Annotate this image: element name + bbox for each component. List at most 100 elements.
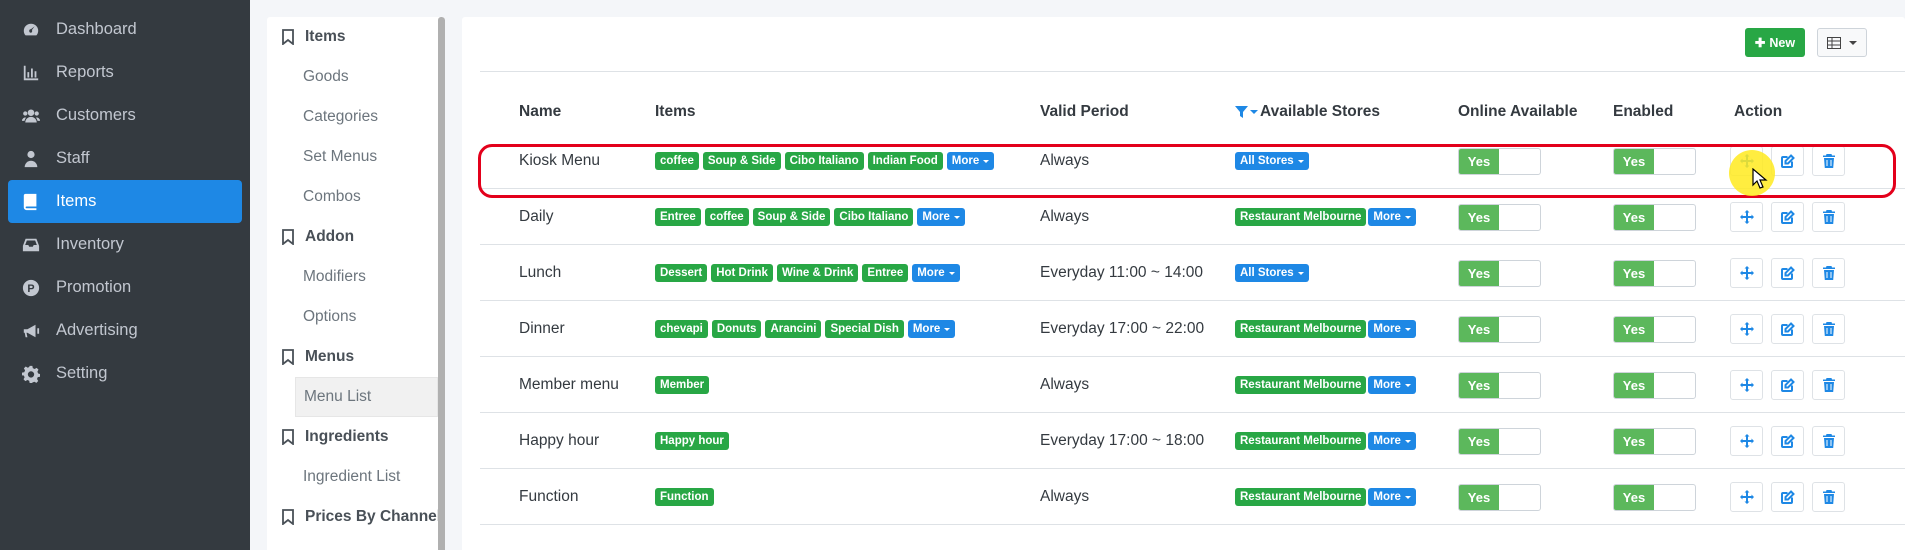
more-stores-dropdown[interactable]: More: [1368, 208, 1416, 226]
subnav-header-prices[interactable]: Prices By Channel: [267, 497, 445, 537]
enabled-toggle[interactable]: Yes: [1613, 427, 1696, 455]
delete-button[interactable]: [1812, 258, 1845, 288]
sidebar-item-reports[interactable]: Reports: [8, 51, 242, 94]
more-items-dropdown[interactable]: More: [917, 208, 965, 226]
subnav-modifiers[interactable]: Modifiers: [267, 257, 445, 297]
edit-button[interactable]: [1771, 370, 1804, 400]
sidebar-item-customers[interactable]: Customers: [8, 94, 242, 137]
table-row[interactable]: Daily Entree coffee Soup & Side Cibo Italian…: [480, 189, 1905, 245]
table-row[interactable]: Lunch Dessert Hot Drink Wine & Drink Entree M…: [480, 245, 1905, 301]
delete-button[interactable]: [1812, 426, 1845, 456]
sidebar-item-promotion[interactable]: P Promotion: [8, 266, 242, 309]
online-available-toggle[interactable]: Yes: [1458, 147, 1541, 175]
enabled-toggle[interactable]: Yes: [1613, 483, 1696, 511]
bookmark-icon: [281, 509, 295, 526]
edit-button[interactable]: [1771, 146, 1804, 176]
online-available-toggle[interactable]: Yes: [1458, 259, 1541, 287]
more-items-dropdown[interactable]: More: [912, 264, 960, 282]
store-badge[interactable]: All Stores: [1235, 264, 1309, 282]
edit-button[interactable]: [1771, 426, 1804, 456]
subnav-set-menus[interactable]: Set Menus: [267, 137, 445, 177]
item-badge: Member: [655, 376, 710, 394]
subnav-menu-list[interactable]: Menu List: [295, 377, 438, 417]
subnav-scrollbar[interactable]: [438, 17, 445, 550]
subnav-goods[interactable]: Goods: [267, 57, 445, 97]
subnav-header-ingredients[interactable]: Ingredients: [267, 417, 445, 457]
col-name[interactable]: Name: [519, 103, 561, 121]
edit-icon: [1780, 434, 1795, 448]
chevron-down-icon[interactable]: [1250, 110, 1258, 114]
delete-button[interactable]: [1812, 482, 1845, 512]
enabled: Yes: [1613, 413, 1696, 469]
toggle-on-label: Yes: [1459, 260, 1499, 286]
store-badge[interactable]: All Stores: [1235, 152, 1309, 170]
sidebar-item-inventory[interactable]: Inventory: [8, 223, 242, 266]
edit-button[interactable]: [1771, 258, 1804, 288]
move-button[interactable]: [1730, 202, 1763, 232]
subnav-header-menus[interactable]: Menus: [267, 337, 445, 377]
subnav-categories[interactable]: Categories: [267, 97, 445, 137]
online-available-toggle[interactable]: Yes: [1458, 427, 1541, 455]
subnav-header-addon[interactable]: Addon: [267, 217, 445, 257]
more-stores-dropdown[interactable]: More: [1368, 320, 1416, 338]
col-items[interactable]: Items: [655, 103, 696, 121]
more-items-dropdown[interactable]: More: [946, 152, 995, 170]
more-stores-dropdown[interactable]: More: [1368, 488, 1416, 506]
enabled-toggle[interactable]: Yes: [1613, 203, 1696, 231]
table-row[interactable]: Happy hour Happy hour Everyday 17:00 ~ 18:…: [480, 413, 1905, 469]
move-button[interactable]: [1730, 314, 1763, 344]
col-available-stores[interactable]: Available Stores: [1235, 103, 1380, 121]
more-stores-dropdown[interactable]: More: [1368, 376, 1416, 394]
edit-button[interactable]: [1771, 482, 1804, 512]
enabled-toggle[interactable]: Yes: [1613, 315, 1696, 343]
col-online[interactable]: Online Available: [1458, 103, 1577, 121]
enabled: Yes: [1613, 245, 1696, 301]
move-button[interactable]: [1730, 426, 1763, 456]
col-valid-period[interactable]: Valid Period: [1040, 103, 1129, 121]
delete-button[interactable]: [1812, 146, 1845, 176]
col-enabled[interactable]: Enabled: [1613, 103, 1673, 121]
online-available-toggle[interactable]: Yes: [1458, 483, 1541, 511]
delete-button[interactable]: [1812, 202, 1845, 232]
new-button[interactable]: ✚ New: [1745, 28, 1805, 57]
subnav-options[interactable]: Options: [267, 297, 445, 337]
users-icon: [20, 106, 42, 126]
table-row[interactable]: Function Function Always Restaurant Melbour…: [480, 469, 1905, 525]
enabled-toggle[interactable]: Yes: [1613, 259, 1696, 287]
enabled-toggle[interactable]: Yes: [1613, 371, 1696, 399]
delete-button[interactable]: [1812, 314, 1845, 344]
delete-button[interactable]: [1812, 370, 1845, 400]
sidebar-item-setting[interactable]: Setting: [8, 352, 242, 395]
subnav-combos[interactable]: Combos: [267, 177, 445, 217]
sidebar-item-dashboard[interactable]: Dashboard: [8, 8, 242, 51]
sidebar-item-items[interactable]: Items: [8, 180, 242, 223]
sidebar-item-advertising[interactable]: Advertising: [8, 309, 242, 352]
online-available-toggle[interactable]: Yes: [1458, 203, 1541, 231]
table-icon: [1827, 36, 1841, 49]
sidebar-item-label: Advertising: [56, 321, 138, 339]
more-stores-dropdown[interactable]: More: [1368, 432, 1416, 450]
move-button[interactable]: [1730, 482, 1763, 512]
sidebar-item-staff[interactable]: Staff: [8, 137, 242, 180]
move-button[interactable]: [1730, 370, 1763, 400]
online-available-toggle[interactable]: Yes: [1458, 371, 1541, 399]
subnav-ingredient-list[interactable]: Ingredient List: [267, 457, 445, 497]
filter-icon[interactable]: [1235, 105, 1248, 119]
subnav-header-items[interactable]: Items: [267, 17, 445, 57]
row-actions: [1730, 301, 1853, 357]
table-row[interactable]: Member menu Member Always Restaurant Melbou…: [480, 357, 1905, 413]
enabled-toggle[interactable]: Yes: [1613, 147, 1696, 175]
store-label: All Stores: [1240, 155, 1294, 167]
online-available-toggle[interactable]: Yes: [1458, 315, 1541, 343]
move-button[interactable]: [1730, 258, 1763, 288]
more-items-dropdown[interactable]: More: [907, 320, 956, 338]
table-row[interactable]: Kiosk Menu coffee Soup & Side Cibo Italiano…: [480, 133, 1905, 189]
toggle-on-label: Yes: [1614, 148, 1654, 174]
edit-button[interactable]: [1771, 202, 1804, 232]
edit-button[interactable]: [1771, 314, 1804, 344]
item-badge: coffee: [655, 152, 699, 170]
view-toggle-button[interactable]: [1817, 28, 1867, 57]
online-available: Yes: [1458, 133, 1541, 189]
bookmark-icon: [281, 429, 295, 446]
table-row[interactable]: Dinner chevapi Donuts Arancini Special Dish M…: [480, 301, 1905, 357]
